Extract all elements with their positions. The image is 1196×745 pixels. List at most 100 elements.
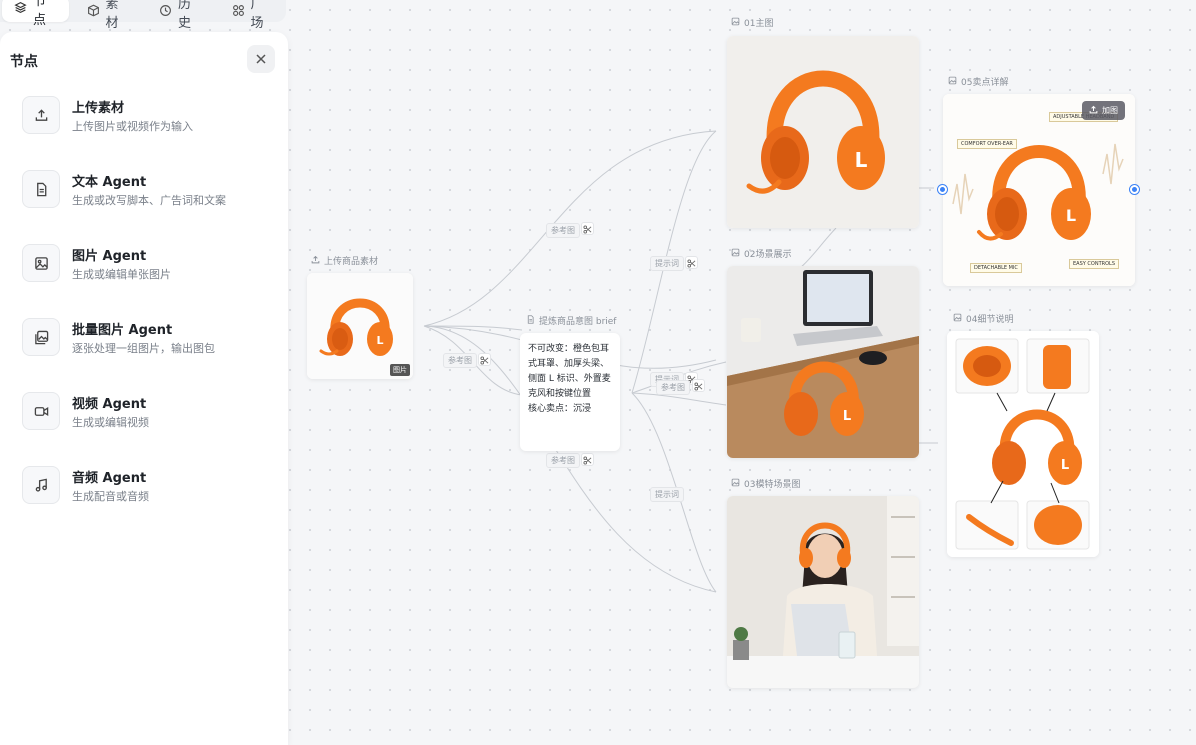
- image-icon: [731, 248, 740, 260]
- node-item-desc: 生成或改写脚本、广告词和文案: [72, 194, 226, 207]
- image-icon: [953, 313, 962, 325]
- node-item-text-agent[interactable]: 文本 Agent 生成或改写脚本、广告词和文案: [22, 170, 272, 210]
- edge-label-prompt: 提示词: [650, 256, 684, 271]
- caption-text: 01主图: [744, 19, 774, 29]
- node-03-caption: 03模特场景图: [731, 477, 800, 490]
- edge-label-reference: 参考图: [546, 223, 580, 238]
- apps-icon: [232, 4, 245, 21]
- upload-node[interactable]: L 图片: [307, 273, 413, 379]
- brief-node-caption: 提炼商品意图 brief: [526, 314, 616, 327]
- edge-label-reference: 参考图: [546, 453, 580, 468]
- node-03-model-image[interactable]: [727, 496, 919, 688]
- layers-icon: [14, 1, 27, 18]
- caption-text: 03模特场景图: [744, 480, 801, 490]
- node-01-main-image[interactable]: L: [727, 36, 919, 228]
- node-item-batch-image-agent[interactable]: 批量图片 Agent 逐张处理一组图片，输出图包: [22, 318, 272, 358]
- images-icon: [22, 318, 60, 356]
- edge-01-to-02: [799, 227, 837, 269]
- node-item-label: 视频 Agent: [72, 397, 147, 412]
- brief-text: 不可改变：橙色包耳式耳罩、加厚头梁、侧面 L 标识、外置麦克风和按键位置 核心卖…: [528, 344, 611, 414]
- top-tabs: 节点 素材 历史 广场: [0, 0, 287, 31]
- node-item-desc: 生成或编辑视频: [72, 416, 149, 429]
- node-05-selling-points[interactable]: L ADJUSTABLE HEADBAND COMFORT OVER-EAR D…: [943, 94, 1135, 286]
- scissors-icon: [480, 350, 489, 369]
- node-item-label: 图片 Agent: [72, 249, 147, 264]
- node-item-image-agent[interactable]: 图片 Agent 生成或编辑单张图片: [22, 244, 272, 284]
- tab-history[interactable]: 历史: [147, 0, 214, 31]
- add-image-button[interactable]: 加图: [1082, 101, 1125, 120]
- svg-text:L: L: [843, 409, 851, 424]
- cut-edge-button[interactable]: [685, 256, 698, 269]
- nodes-panel: 节点 上传素材 上传图片或视频作为输入 文本 Agent 生成或改写脚本、广告词…: [0, 32, 288, 745]
- cut-edge-button[interactable]: [692, 379, 705, 392]
- upload-node-caption: 上传商品素材: [311, 254, 378, 267]
- node-item-desc: 生成配音或音频: [72, 490, 149, 503]
- scissors-icon: [583, 219, 592, 238]
- node-05-caption: 05卖点详解: [948, 75, 1008, 88]
- node-04-detail-image[interactable]: L: [947, 331, 1099, 557]
- node-item-desc: 上传图片或视频作为输入: [72, 120, 193, 133]
- panel-title: 节点: [10, 54, 38, 70]
- cut-edge-button[interactable]: [478, 353, 491, 366]
- desk-scene-image: L: [727, 266, 919, 458]
- model-scene-image: [727, 496, 919, 688]
- upload-icon: [1089, 105, 1098, 116]
- svg-text:L: L: [1066, 206, 1076, 225]
- tab-nodes[interactable]: 节点: [2, 0, 69, 28]
- image-icon: [948, 76, 957, 88]
- svg-text:L: L: [1061, 458, 1069, 473]
- close-button[interactable]: [247, 45, 275, 73]
- node-04-caption: 04细节说明: [953, 312, 1013, 325]
- caption-text: 提炼商品意图 brief: [539, 317, 617, 327]
- node-02-scene-image[interactable]: L: [727, 266, 919, 458]
- scissors-icon: [583, 450, 592, 469]
- tab-label: 素材: [105, 0, 119, 31]
- cut-edge-button[interactable]: [581, 222, 594, 235]
- headphone-infographic-image: L: [943, 94, 1135, 286]
- tab-label: 节点: [33, 0, 47, 28]
- input-port[interactable]: [938, 185, 947, 194]
- node-item-label: 音频 Agent: [72, 471, 147, 486]
- headphone-product-image: L: [727, 36, 919, 228]
- callout-label: DETACHABLE MIC: [970, 263, 1022, 273]
- callout-label: EASY CONTROLS: [1069, 259, 1119, 269]
- node-item-label: 文本 Agent: [72, 175, 147, 190]
- tab-label: 广场: [250, 0, 264, 31]
- edge-label-reference: 参考图: [443, 353, 477, 368]
- node-item-label: 批量图片 Agent: [72, 323, 173, 338]
- document-icon: [526, 314, 535, 327]
- tab-label: 历史: [178, 0, 192, 31]
- close-icon: [255, 50, 267, 69]
- image-icon: [731, 478, 740, 490]
- caption-text: 05卖点详解: [961, 78, 1009, 88]
- node-item-video-agent[interactable]: 视频 Agent 生成或编辑视频: [22, 392, 272, 432]
- tab-materials[interactable]: 素材: [75, 0, 142, 31]
- node-item-desc: 生成或编辑单张图片: [72, 268, 171, 281]
- image-icon: [731, 17, 740, 29]
- output-port[interactable]: [1130, 185, 1139, 194]
- tab-plaza[interactable]: 广场: [220, 0, 287, 31]
- node-item-audio-agent[interactable]: 音频 Agent 生成配音或音频: [22, 466, 272, 506]
- image-icon: [22, 244, 60, 282]
- document-icon: [22, 170, 60, 208]
- caption-text: 上传商品素材: [324, 257, 379, 267]
- scissors-icon: [687, 253, 696, 272]
- brief-node[interactable]: 不可改变：橙色包耳式耳罩、加厚头梁、侧面 L 标识、外置麦克风和按键位置 核心卖…: [520, 333, 620, 451]
- node-item-upload[interactable]: 上传素材 上传图片或视频作为输入: [22, 96, 272, 136]
- caption-text: 02场景展示: [744, 250, 792, 260]
- upload-icon: [22, 96, 60, 134]
- cube-icon: [87, 4, 100, 21]
- edge-label-reference: 参考图: [656, 380, 690, 395]
- callout-label: COMFORT OVER-EAR: [957, 139, 1017, 149]
- edge-upload-to-brief: [423, 325, 523, 331]
- video-icon: [22, 392, 60, 430]
- edge-label-prompt: 提示词: [650, 487, 684, 502]
- node-item-desc: 逐张处理一组图片，输出图包: [72, 342, 215, 355]
- node-01-caption: 01主图: [731, 16, 773, 29]
- cut-edge-button[interactable]: [581, 453, 594, 466]
- upload-icon: [311, 255, 320, 267]
- music-icon: [22, 466, 60, 504]
- caption-text: 04细节说明: [966, 315, 1014, 325]
- svg-text:L: L: [376, 334, 383, 347]
- headphone-detail-image: L: [947, 331, 1099, 557]
